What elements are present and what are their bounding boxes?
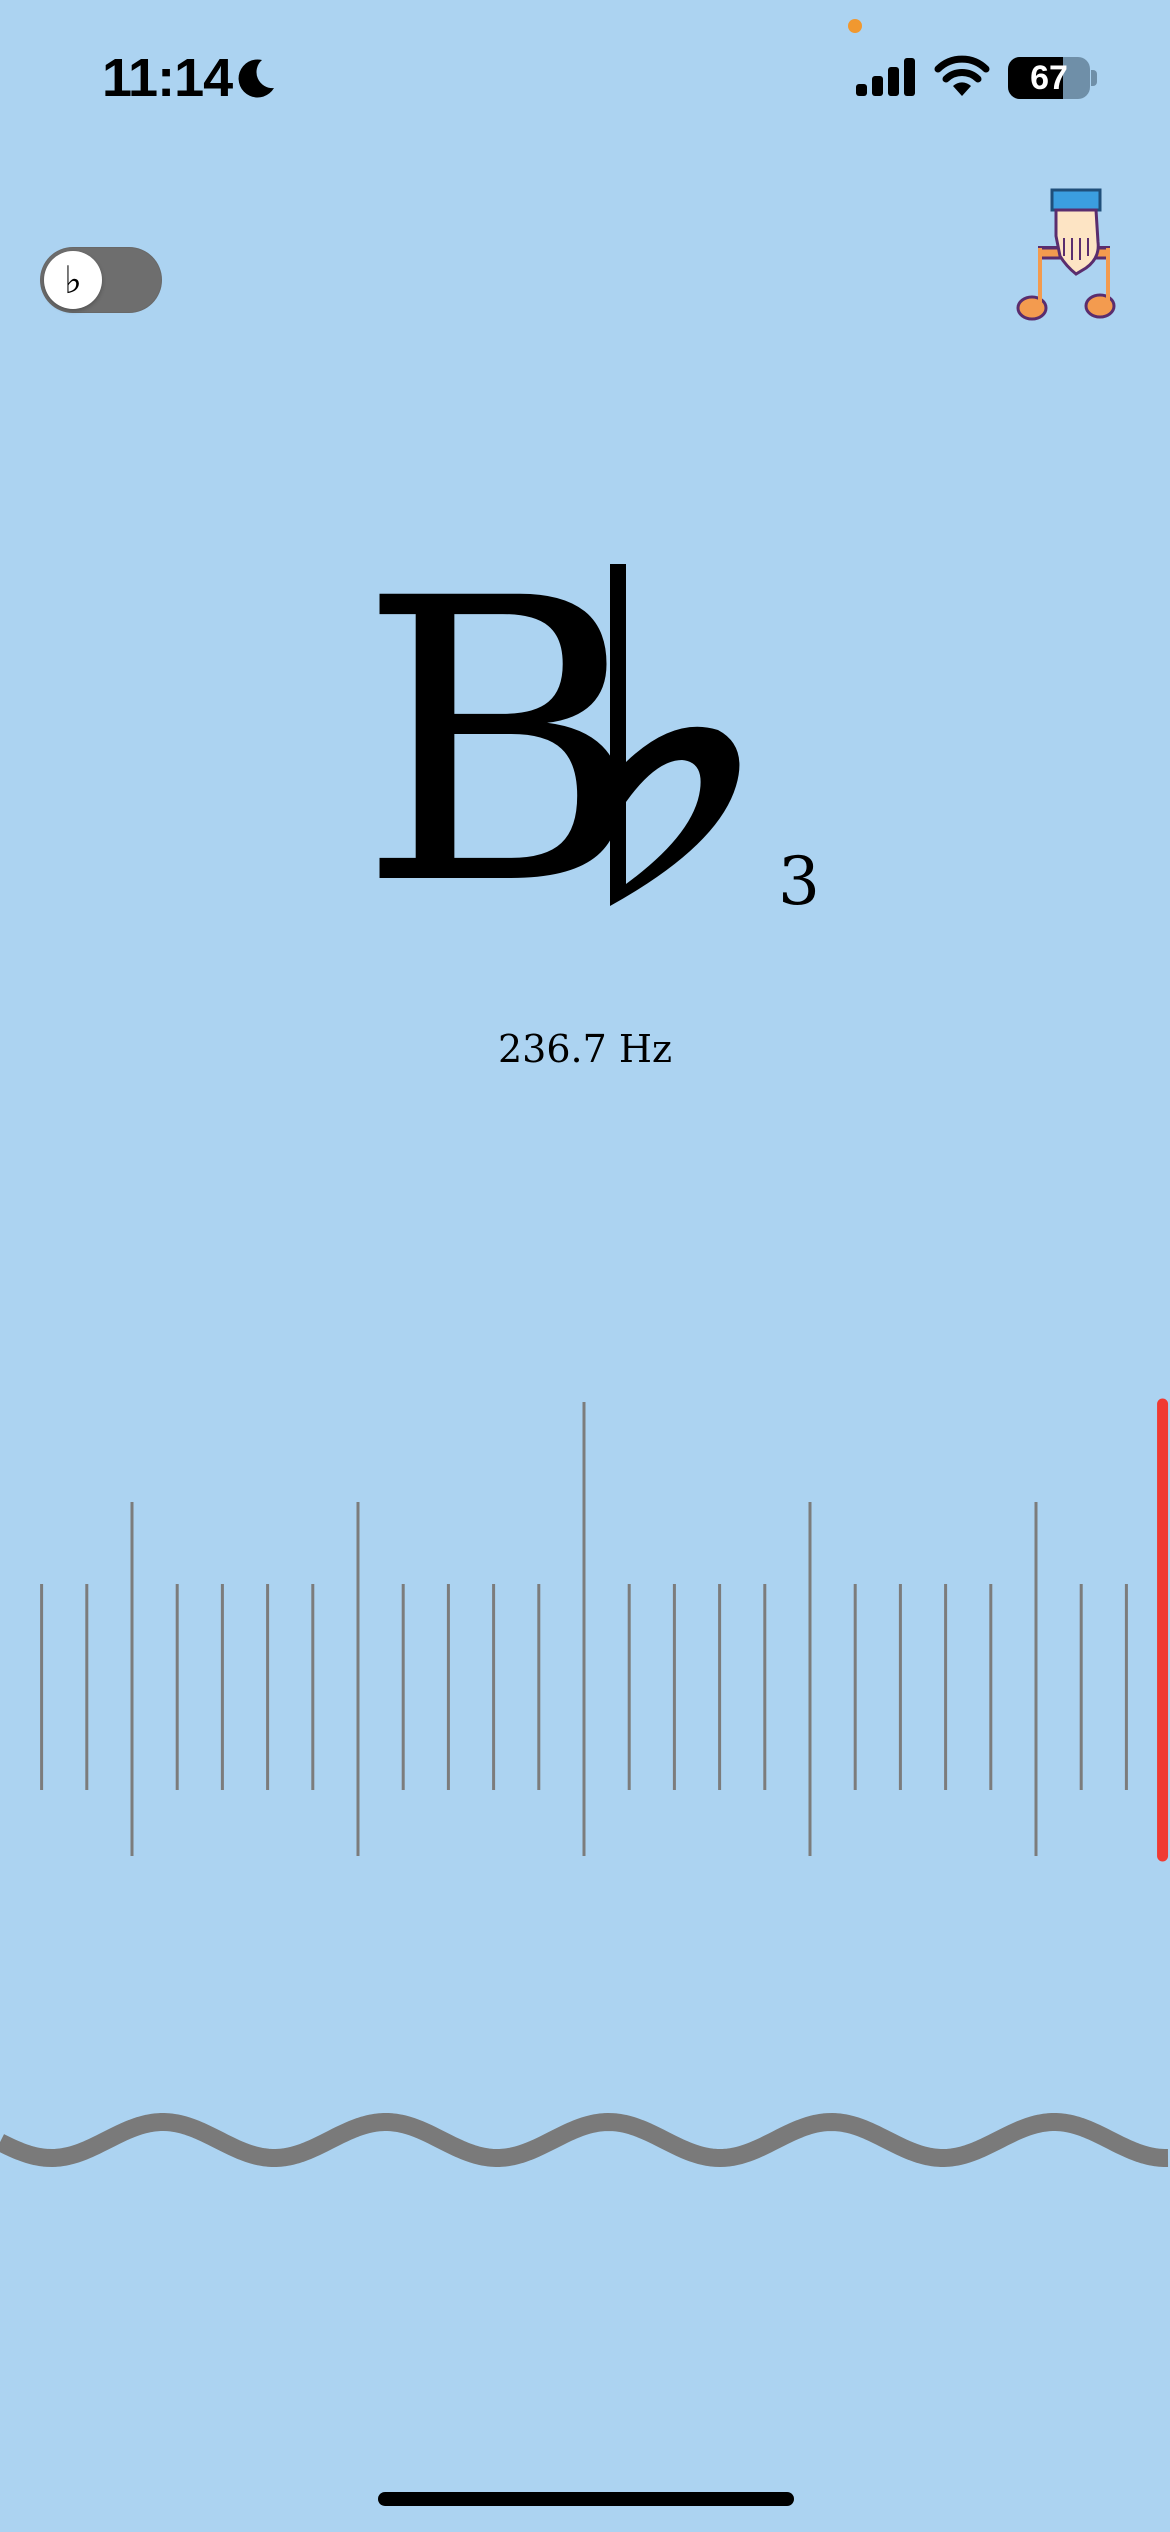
home-indicator[interactable]	[378, 2492, 794, 2506]
battery-indicator: 67	[1008, 57, 1090, 99]
cellular-signal-icon	[856, 58, 915, 96]
toggle-knob-flat-symbol[interactable]: ♭	[44, 251, 102, 309]
flat-sign-icon	[610, 564, 740, 906]
battery-level-text: 67	[1030, 59, 1068, 97]
tuner-scale	[40, 1398, 1169, 1862]
wifi-icon	[934, 55, 990, 96]
hand-music-notes-icon[interactable]	[1016, 186, 1126, 326]
battery-cap	[1091, 70, 1097, 86]
privacy-indicator-dot	[848, 19, 862, 33]
frequency-readout: 236.7 Hz	[497, 1027, 673, 1071]
status-time: 11:14	[102, 48, 233, 108]
waveform-line	[0, 2113, 1170, 2167]
accidental-toggle[interactable]: ♭	[40, 247, 162, 313]
note-octave: 3	[778, 843, 820, 920]
waveform	[0, 2113, 1170, 2167]
moon-icon	[238, 59, 274, 98]
